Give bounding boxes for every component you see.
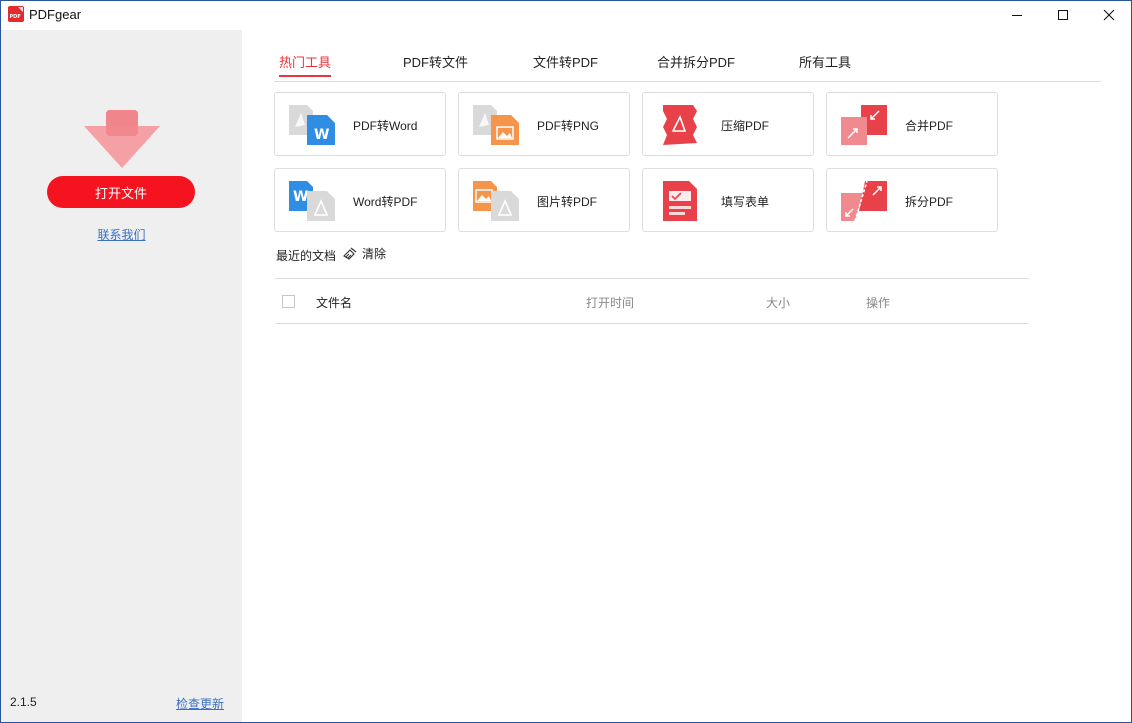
- tab-file-to-pdf[interactable]: 文件转PDF: [533, 52, 598, 82]
- contact-us-link[interactable]: 联系我们: [1, 226, 242, 243]
- tab-all-tools[interactable]: 所有工具: [799, 52, 851, 82]
- tool-pdf-to-word[interactable]: W PDF转Word: [274, 92, 446, 156]
- word-to-pdf-icon: W: [289, 181, 335, 221]
- minimize-button[interactable]: [994, 1, 1040, 29]
- pdfgear-logo-icon: PDF: [8, 6, 24, 22]
- tool-label: 填写表单: [721, 195, 770, 209]
- tool-tabs: 热门工具 PDF转文件 文件转PDF 合并拆分PDF 所有工具: [274, 52, 1101, 82]
- version-label: 2.1.5: [10, 695, 37, 709]
- check-update-link[interactable]: 检查更新: [176, 695, 224, 712]
- clear-recent-button[interactable]: 清除: [342, 245, 386, 262]
- tab-pdf-to-file[interactable]: PDF转文件: [403, 52, 468, 82]
- tool-label: PDF转PNG: [537, 119, 600, 133]
- minimize-icon: [1012, 15, 1022, 16]
- app-window: PDF PDFgear 打开文件 联系我们 2.1.5 检查更新 热门工具 PD…: [0, 0, 1132, 723]
- tool-label: Word转PDF: [353, 195, 418, 209]
- column-header-size[interactable]: 大小: [766, 294, 790, 311]
- tool-split-pdf[interactable]: 拆分PDF: [826, 168, 998, 232]
- compress-pdf-icon: [663, 105, 697, 145]
- tool-pdf-to-png[interactable]: PDF转PNG: [458, 92, 630, 156]
- merge-pdf-icon: [841, 105, 887, 145]
- tool-label: PDF转Word: [353, 119, 418, 133]
- tool-label: 图片转PDF: [537, 195, 598, 209]
- column-header-open-time[interactable]: 打开时间: [586, 294, 634, 311]
- tool-label: 压缩PDF: [721, 119, 770, 133]
- recent-table-header: 文件名 打开时间 大小 操作: [275, 278, 1029, 324]
- svg-text:PDF: PDF: [10, 14, 21, 20]
- maximize-button[interactable]: [1040, 1, 1086, 29]
- fill-form-icon: [663, 181, 697, 221]
- close-button[interactable]: [1086, 1, 1131, 29]
- tab-label: 所有工具: [799, 55, 852, 70]
- broom-icon: [343, 247, 357, 260]
- tool-image-to-pdf[interactable]: 图片转PDF: [458, 168, 630, 232]
- active-tab-underline: [279, 75, 332, 77]
- tab-label: 热门工具: [279, 55, 332, 70]
- clear-label: 清除: [362, 247, 387, 261]
- tool-word-to-pdf[interactable]: W Word转PDF: [274, 168, 446, 232]
- svg-text:W: W: [314, 127, 329, 143]
- svg-text:W: W: [293, 189, 308, 205]
- close-icon: [1103, 9, 1115, 21]
- tool-fill-form[interactable]: 填写表单: [642, 168, 814, 232]
- tool-merge-pdf[interactable]: 合并PDF: [826, 92, 998, 156]
- drop-file-arrow-icon[interactable]: [84, 110, 160, 170]
- open-file-button[interactable]: 打开文件: [47, 176, 195, 208]
- recent-documents-title: 最近的文档: [276, 249, 337, 263]
- tab-label: PDF转文件: [403, 55, 469, 70]
- pdf-to-png-icon: [473, 105, 519, 145]
- window-title: PDFgear: [29, 7, 82, 22]
- select-all-checkbox[interactable]: [282, 295, 295, 308]
- image-to-pdf-icon: [473, 181, 519, 221]
- tool-label: 合并PDF: [905, 119, 954, 133]
- maximize-icon: [1058, 10, 1068, 20]
- pdf-to-word-icon: W: [289, 105, 335, 145]
- tab-label: 合并拆分PDF: [657, 55, 736, 70]
- tab-hot-tools[interactable]: 热门工具: [279, 52, 332, 82]
- split-pdf-icon: [841, 181, 887, 221]
- column-header-file-name[interactable]: 文件名: [316, 294, 352, 311]
- tab-label: 文件转PDF: [533, 55, 599, 70]
- title-bar[interactable]: PDF PDFgear: [1, 1, 1131, 29]
- main-panel: 热门工具 PDF转文件 文件转PDF 合并拆分PDF 所有工具 W PDF转Wo…: [242, 30, 1131, 722]
- sidebar: 打开文件 联系我们 2.1.5 检查更新: [1, 30, 242, 722]
- tool-label: 拆分PDF: [905, 195, 954, 209]
- tab-merge-split-pdf[interactable]: 合并拆分PDF: [657, 52, 735, 82]
- column-header-action: 操作: [866, 296, 891, 310]
- tool-compress-pdf[interactable]: 压缩PDF: [642, 92, 814, 156]
